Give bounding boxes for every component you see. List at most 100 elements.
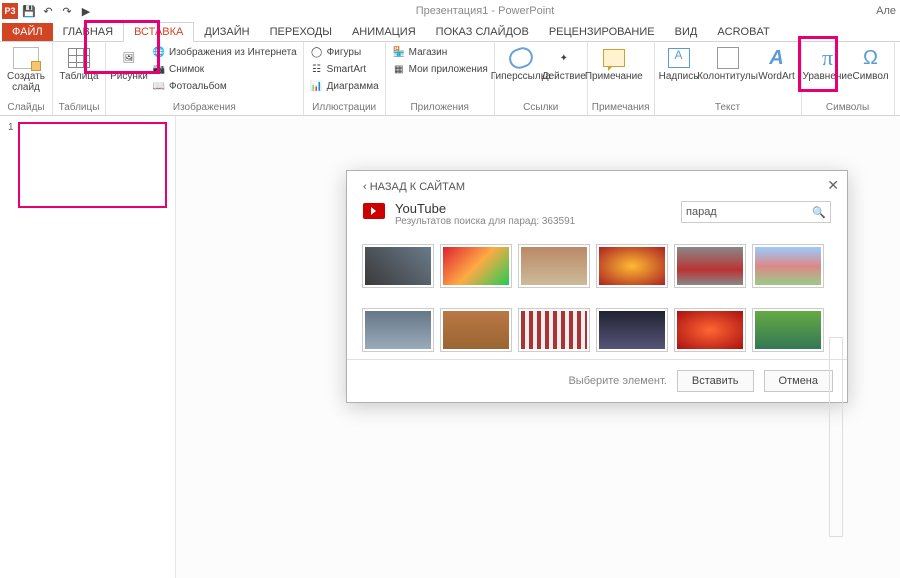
video-result-7[interactable] — [363, 309, 433, 351]
symbol-label: Символ — [852, 71, 888, 82]
video-result-9[interactable] — [519, 309, 589, 351]
textbox-button[interactable]: Надпись — [659, 44, 699, 82]
online-pictures-icon: 🌐 — [152, 45, 166, 59]
video-results-grid — [347, 237, 847, 359]
cancel-button[interactable]: Отмена — [764, 370, 833, 392]
tab-view[interactable]: ВИД — [665, 23, 708, 41]
tab-animation[interactable]: АНИМАЦИЯ — [342, 23, 426, 41]
smartart-button[interactable]: ☷SmartArt — [308, 61, 381, 77]
header-footer-button[interactable]: Колонтитулы — [701, 44, 755, 82]
group-text: Надпись Колонтитулы AWordArt Текст — [655, 42, 802, 115]
tab-acrobat[interactable]: ACROBAT — [707, 23, 779, 41]
shapes-icon: ◯ — [310, 45, 324, 59]
search-value: парад — [686, 206, 717, 218]
equation-icon: π — [814, 46, 842, 70]
dialog-close-button[interactable]: ✕ — [827, 177, 839, 194]
video-result-5[interactable] — [675, 245, 745, 287]
table-button[interactable]: Таблица — [57, 44, 101, 82]
video-result-4[interactable] — [597, 245, 667, 287]
video-result-10[interactable] — [597, 309, 667, 351]
insert-button[interactable]: Вставить — [677, 370, 754, 392]
ribbon-tabs: ФАЙЛ ГЛАВНАЯ ВСТАВКА ДИЗАЙН ПЕРЕХОДЫ АНИ… — [0, 22, 900, 42]
dialog-footer: Выберите элемент. Вставить Отмена — [347, 359, 847, 402]
group-links: Гиперссылка ✦Действие Ссылки — [495, 42, 588, 115]
my-apps-button[interactable]: ▦Мои приложения — [390, 61, 490, 77]
results-scrollbar[interactable] — [829, 337, 843, 537]
table-label: Таблица — [59, 71, 98, 82]
wordart-icon: A — [763, 46, 791, 70]
insert-video-dialog: ✕ ‹ НАЗАД К САЙТАМ YouTube Результатов п… — [346, 170, 848, 403]
chart-button[interactable]: 📊Диаграмма — [308, 78, 381, 94]
video-result-6[interactable] — [753, 245, 823, 287]
powerpoint-logo-icon: P3 — [2, 3, 18, 19]
pictures-button[interactable]: 🖼 Рисунки — [110, 44, 148, 82]
redo-icon[interactable]: ↷ — [59, 3, 75, 19]
tab-home[interactable]: ГЛАВНАЯ — [53, 23, 123, 41]
hyperlink-button[interactable]: Гиперссылка — [499, 44, 543, 82]
slide-thumbnails-pane[interactable]: 1 — [0, 116, 176, 578]
undo-icon[interactable]: ↶ — [40, 3, 56, 19]
shapes-button[interactable]: ◯Фигуры — [308, 44, 381, 60]
group-media: Видео 🔊Звук Запись экрана Мультимедиа — [895, 42, 900, 115]
slideshow-icon[interactable]: ▶ — [78, 3, 94, 19]
user-name[interactable]: Але — [876, 5, 900, 17]
group-images-label: Изображения — [110, 101, 299, 115]
equation-label: Уравнение — [802, 71, 852, 82]
action-label: Действие — [542, 71, 586, 82]
group-apps-label: Приложения — [390, 101, 490, 115]
online-pictures-button[interactable]: 🌐Изображения из Интернета — [150, 44, 299, 60]
video-source-title: YouTube — [395, 201, 671, 216]
video-result-2[interactable] — [441, 245, 511, 287]
video-search-input[interactable]: парад 🔍 — [681, 201, 831, 223]
video-result-1[interactable] — [363, 245, 433, 287]
group-links-label: Ссылки — [499, 101, 583, 115]
search-icon[interactable]: 🔍 — [812, 206, 826, 219]
video-result-3[interactable] — [519, 245, 589, 287]
video-result-11[interactable] — [675, 309, 745, 351]
symbol-icon: Ω — [857, 46, 885, 70]
group-slides: Создать слайд Слайды — [0, 42, 53, 115]
slide-thumb-1[interactable]: 1 — [8, 122, 167, 208]
ribbon: Создать слайд Слайды Таблица Таблицы 🖼 Р… — [0, 42, 900, 116]
group-comments-label: Примечания — [592, 101, 650, 115]
photo-album-button[interactable]: 📖Фотоальбом — [150, 78, 299, 94]
photo-album-icon: 📖 — [152, 79, 166, 93]
symbol-button[interactable]: ΩСимвол — [852, 44, 890, 82]
smartart-icon: ☷ — [310, 62, 324, 76]
tab-file[interactable]: ФАЙЛ — [2, 23, 53, 41]
tab-design[interactable]: ДИЗАЙН — [194, 23, 259, 41]
header-footer-icon — [717, 47, 739, 69]
back-to-sites-link[interactable]: ‹ НАЗАД К САЙТАМ — [347, 171, 847, 197]
textbox-label: Надпись — [659, 71, 699, 82]
store-button[interactable]: 🏪Магазин — [390, 44, 490, 60]
new-slide-label: Создать слайд — [4, 71, 48, 93]
new-slide-button[interactable]: Создать слайд — [4, 44, 48, 93]
slide-number: 1 — [8, 122, 14, 208]
group-symbols: πУравнение ΩСимвол Символы — [802, 42, 895, 115]
tab-transitions[interactable]: ПЕРЕХОДЫ — [260, 23, 342, 41]
textbox-icon — [668, 48, 690, 68]
workspace: 1 ✕ ‹ НАЗАД К САЙТАМ YouTube Результатов… — [0, 116, 900, 578]
group-symbols-label: Символы — [806, 101, 890, 115]
save-icon[interactable]: 💾 — [21, 3, 37, 19]
tab-insert[interactable]: ВСТАВКА — [123, 22, 194, 42]
wordart-button[interactable]: AWordArt — [757, 44, 797, 82]
video-result-12[interactable] — [753, 309, 823, 351]
hyperlink-icon — [506, 44, 535, 71]
tab-review[interactable]: РЕЦЕНЗИРОВАНИЕ — [539, 23, 665, 41]
slide-thumbnail[interactable] — [18, 122, 167, 208]
group-slides-label: Слайды — [4, 101, 48, 115]
group-tables: Таблица Таблицы — [53, 42, 106, 115]
smartart-label: SmartArt — [327, 64, 366, 75]
action-icon: ✦ — [550, 46, 578, 70]
header-footer-label: Колонтитулы — [697, 71, 758, 82]
shapes-label: Фигуры — [327, 47, 361, 58]
tab-slideshow[interactable]: ПОКАЗ СЛАЙДОВ — [426, 23, 539, 41]
action-button[interactable]: ✦Действие — [545, 44, 583, 82]
chart-label: Диаграмма — [327, 81, 379, 92]
slide-canvas[interactable]: ✕ ‹ НАЗАД К САЙТАМ YouTube Результатов п… — [176, 116, 900, 578]
equation-button[interactable]: πУравнение — [806, 44, 850, 82]
comment-button[interactable]: Примечание — [592, 44, 636, 82]
video-result-8[interactable] — [441, 309, 511, 351]
screenshot-button[interactable]: 📷Снимок — [150, 61, 299, 77]
